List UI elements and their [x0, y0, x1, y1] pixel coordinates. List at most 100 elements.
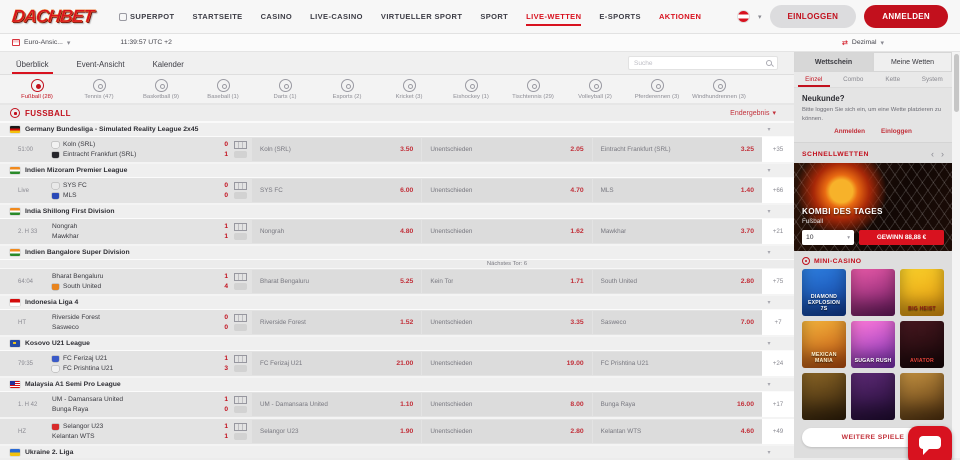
- collapse-chevron-icon[interactable]: ▾: [754, 208, 784, 215]
- league-header[interactable]: Indonesia Liga 4▾: [0, 296, 794, 310]
- collapse-chevron-icon[interactable]: ▾: [754, 381, 784, 388]
- more-markets-button[interactable]: +35: [762, 137, 794, 162]
- odds-button[interactable]: UM - Damansara United1.10: [252, 393, 421, 416]
- match-teams[interactable]: Selangor U23Kelantan WTS: [52, 419, 214, 444]
- register-button[interactable]: ANMELDEN: [864, 5, 948, 28]
- more-markets-button[interactable]: +66: [762, 178, 794, 203]
- nav-item-superpot[interactable]: SUPERPOT: [119, 8, 174, 25]
- match-teams[interactable]: FC Ferizaj U21FC Prishtina U21: [52, 351, 214, 376]
- league-header[interactable]: Kosovo U21 League▾: [0, 337, 794, 351]
- match-teams[interactable]: Riverside ForestSasweco: [52, 310, 214, 335]
- match-stats[interactable]: [228, 219, 252, 244]
- casino-game-tile[interactable]: Big Heist: [900, 269, 944, 316]
- nav-item-virtueller-sport[interactable]: VIRTUELLER SPORT: [381, 8, 462, 25]
- sport-filter-volleyball[interactable]: Volleyball (2): [564, 79, 626, 100]
- collapse-chevron-icon[interactable]: ▾: [754, 340, 784, 347]
- odds-button[interactable]: Kelantan WTS4.60: [593, 420, 762, 443]
- austria-flag-icon[interactable]: [737, 10, 750, 23]
- odds-button[interactable]: Unentschieden2.05: [422, 138, 591, 161]
- more-markets-button[interactable]: +24: [762, 351, 794, 376]
- odds-button[interactable]: Unentschieden8.00: [422, 393, 591, 416]
- stats-grid-icon[interactable]: [234, 182, 247, 190]
- match-stats[interactable]: [228, 178, 252, 203]
- sport-filter-pferderennen[interactable]: Pferderennen (3): [626, 79, 688, 100]
- notice-login-link[interactable]: Einloggen: [881, 128, 912, 135]
- match-stats[interactable]: [228, 137, 252, 162]
- match-stats[interactable]: [228, 351, 252, 376]
- stats-grid-icon[interactable]: [234, 223, 247, 231]
- tab-meine-wetten[interactable]: Meine Wetten: [873, 52, 952, 72]
- league-header[interactable]: Malaysia A1 Semi Pro League▾: [0, 378, 794, 392]
- casino-game-tile[interactable]: [851, 269, 895, 316]
- casino-game-tile[interactable]: Aviator: [900, 321, 944, 368]
- casino-game-tile[interactable]: [900, 373, 944, 420]
- casino-game-tile[interactable]: [802, 373, 846, 420]
- odds-button[interactable]: Sasweco7.00: [593, 311, 762, 334]
- match-teams[interactable]: Koln (SRL)Eintracht Frankfurt (SRL): [52, 137, 214, 162]
- sport-filter-darts[interactable]: Darts (1): [254, 79, 316, 100]
- stats-grid-icon[interactable]: [234, 141, 247, 149]
- tab-wettschein[interactable]: Wettschein: [794, 52, 873, 72]
- match-stats[interactable]: [228, 392, 252, 417]
- market-select[interactable]: Endergebnis ▾: [730, 109, 776, 117]
- nav-item-sport[interactable]: SPORT: [480, 8, 508, 25]
- search-input[interactable]: [634, 60, 766, 67]
- sport-filter-kricket[interactable]: Kricket (3): [378, 79, 440, 100]
- collapse-chevron-icon[interactable]: ▾: [754, 249, 784, 256]
- match-stats[interactable]: [228, 269, 252, 294]
- odds-button[interactable]: Selangor U231.90: [252, 420, 421, 443]
- nav-item-live-casino[interactable]: LIVE-CASINO: [310, 8, 363, 25]
- odds-button[interactable]: Unentschieden3.35: [422, 311, 591, 334]
- league-header[interactable]: Indien Bangalore Super Division▾: [0, 246, 794, 260]
- tab-event-ansicht[interactable]: Event-Ansicht: [63, 53, 139, 74]
- stats-grid-icon[interactable]: [234, 423, 247, 431]
- odds-button[interactable]: Koln (SRL)3.50: [252, 138, 421, 161]
- carousel-prev-icon[interactable]: ‹: [931, 149, 934, 159]
- sport-filter-fu-ball[interactable]: Fußball (28): [6, 79, 68, 100]
- view-mode-label[interactable]: Euro-Ansic...: [24, 39, 63, 46]
- odds-button[interactable]: SYS FC6.00: [252, 179, 421, 202]
- sport-filter-baseball[interactable]: Baseball (1): [192, 79, 254, 100]
- login-button[interactable]: EINLOGGEN: [770, 5, 857, 28]
- collapse-chevron-icon[interactable]: ▾: [754, 299, 784, 306]
- odds-button[interactable]: South United2.80: [593, 270, 762, 293]
- league-header[interactable]: Germany Bundesliga - Simulated Reality L…: [0, 123, 794, 137]
- odds-button[interactable]: FC Prishtina U21: [593, 352, 762, 375]
- collapse-chevron-icon[interactable]: ▾: [754, 167, 784, 174]
- chevron-down-icon[interactable]: ▾: [758, 13, 762, 21]
- casino-game-tile[interactable]: Diamond Explosion 7s: [802, 269, 846, 316]
- odds-format-select[interactable]: ⇄ Dezimal ▾: [842, 39, 884, 47]
- match-stats[interactable]: [228, 419, 252, 444]
- mode-combo[interactable]: Combo: [834, 72, 874, 87]
- stats-grid-icon[interactable]: [234, 355, 247, 363]
- sport-filter-basketball[interactable]: Basketball (9): [130, 79, 192, 100]
- carousel-next-icon[interactable]: ›: [941, 149, 944, 159]
- sport-filter-tischtennis[interactable]: Tischtennis (29): [502, 79, 564, 100]
- search-box[interactable]: [628, 56, 778, 70]
- more-markets-button[interactable]: +17: [762, 392, 794, 417]
- odds-button[interactable]: MLS1.40: [593, 179, 762, 202]
- odds-button[interactable]: Mawkhar3.70: [593, 220, 762, 243]
- stats-grid-icon[interactable]: [234, 396, 247, 404]
- mode-system[interactable]: System: [913, 72, 953, 87]
- match-teams[interactable]: Bharat BengaluruSouth United: [52, 269, 214, 294]
- stake-value[interactable]: 10: [806, 234, 847, 241]
- collapse-chevron-icon[interactable]: ▾: [754, 449, 784, 456]
- more-markets-button[interactable]: +49: [762, 419, 794, 444]
- more-markets-button[interactable]: +21: [762, 219, 794, 244]
- chat-bubble-button[interactable]: [908, 426, 952, 460]
- league-header[interactable]: Ukraine 2. Liga▾: [0, 446, 794, 458]
- league-header[interactable]: India Shillong First Division▾: [0, 205, 794, 219]
- odds-button[interactable]: Kein Tor1.71: [422, 270, 591, 293]
- brand-logo[interactable]: DACHBET: [11, 6, 94, 27]
- collapse-chevron-icon[interactable]: ▾: [754, 126, 784, 133]
- odds-button[interactable]: Nongrah4.80: [252, 220, 421, 243]
- scrollbar[interactable]: [952, 52, 960, 458]
- stats-grid-icon[interactable]: [234, 273, 247, 281]
- odds-button[interactable]: Bharat Bengaluru5.25: [252, 270, 421, 293]
- mode-kette[interactable]: Kette: [873, 72, 913, 87]
- mode-einzel[interactable]: Einzel: [794, 72, 834, 87]
- odds-button[interactable]: Unentschieden4.70: [422, 179, 591, 202]
- nav-item-casino[interactable]: CASINO: [261, 8, 293, 25]
- tab-ueberblick[interactable]: Überblick: [2, 53, 63, 74]
